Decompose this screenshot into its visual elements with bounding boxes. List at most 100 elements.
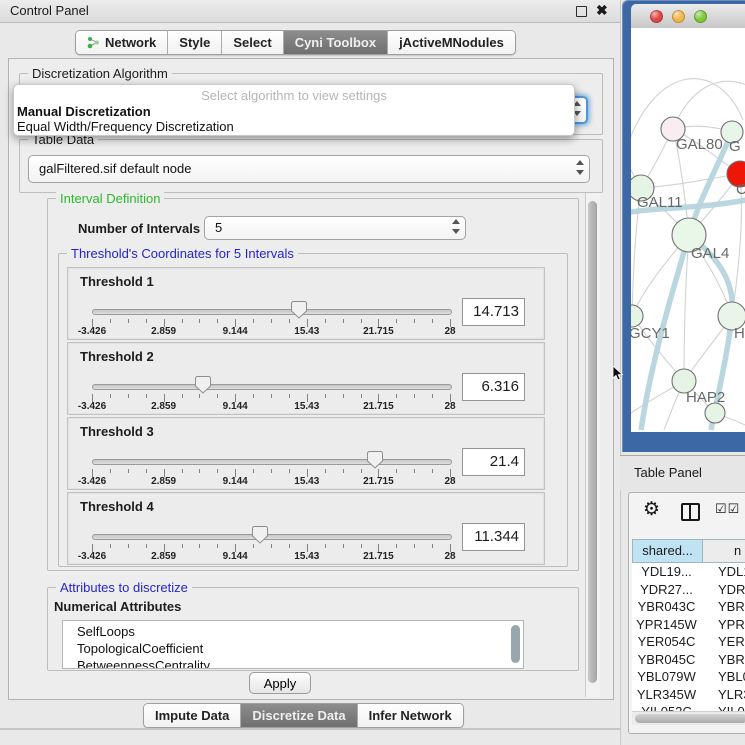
attributes-group: Attributes to discretize Numerical Attri…: [47, 587, 579, 671]
algorithm-placeholder: Select algorithm to view settings: [14, 88, 574, 103]
network-node-label: GAL11: [637, 194, 683, 211]
control-panel-window: Control Panel ✖ NetworkStyleSelectCyni T…: [0, 0, 621, 745]
tick-mark: [432, 469, 433, 473]
network-node-label: G: [729, 138, 741, 155]
settings-scrollbar-thumb[interactable]: [588, 201, 597, 683]
tab-impute-data[interactable]: Impute Data: [144, 704, 241, 727]
tick-mark: [432, 394, 433, 398]
network-node[interactable]: [631, 305, 643, 327]
tick-mark: [396, 469, 397, 473]
numerical-attributes-list[interactable]: SelfLoopsTopologicalCoefficientBetweenne…: [62, 620, 524, 669]
tab-cyni-toolbox[interactable]: Cyni Toolbox: [284, 31, 388, 54]
tick-mark: [432, 544, 433, 548]
list-scrollbar[interactable]: [511, 625, 520, 663]
attributes-group-label: Attributes to discretize: [56, 580, 192, 595]
table-row[interactable]: YBL079WYBL0: [632, 668, 745, 686]
attribute-item[interactable]: TopologicalCoefficient: [77, 640, 523, 657]
table-rows: YDL19...YDL1YDR27...YDR2YBR043CYBR0YPR14…: [632, 563, 745, 711]
network-node-label: GCY1: [631, 325, 670, 342]
table-row[interactable]: YDR27...YDR2: [632, 581, 745, 599]
threshold-slider-thumb[interactable]: [195, 376, 211, 397]
threshold-label: Threshold 1: [80, 274, 154, 289]
cell-shared-name: YER054C: [632, 633, 701, 651]
table-row[interactable]: YBR045CYBR0: [632, 651, 745, 669]
tick-mark: [414, 394, 415, 398]
tick-label: 21.715: [363, 551, 394, 562]
split-view-icon[interactable]: [681, 503, 700, 521]
cell-name: YLR3: [701, 686, 745, 704]
tick-label: 2.859: [151, 326, 176, 337]
tab-network[interactable]: Network: [76, 31, 168, 54]
column-header-name[interactable]: n: [703, 540, 745, 562]
close-traffic-light-icon[interactable]: [650, 10, 663, 23]
attribute-item[interactable]: SelfLoops: [77, 623, 523, 640]
gear-icon[interactable]: ⚙: [643, 498, 660, 521]
table-row[interactable]: YIL052CYIL0: [632, 703, 745, 711]
settings-scrollbar[interactable]: [585, 193, 600, 697]
table-row[interactable]: YBR043CYBR0: [632, 598, 745, 616]
tab-style[interactable]: Style: [168, 31, 222, 54]
float-window-icon[interactable]: [576, 6, 587, 17]
threshold-slider-thumb[interactable]: [252, 526, 268, 547]
interval-definition-label: Interval Definition: [56, 191, 164, 206]
threshold-value-field[interactable]: 11.344: [462, 523, 525, 551]
discretization-algorithm-label: Discretization Algorithm: [28, 66, 172, 81]
cell-shared-name: YPR145W: [632, 616, 701, 634]
table-row[interactable]: YLR345WYLR3: [632, 686, 745, 704]
table-data-value: galFiltered.sif default node: [39, 161, 191, 176]
tick-mark: [217, 319, 218, 323]
tab-label: Discretize Data: [252, 704, 345, 727]
tick-mark: [146, 544, 147, 548]
threshold-value-field[interactable]: 14.713: [462, 298, 525, 326]
table-panel-body: ⚙ ☑☑ shared... n YDL19...YDL1YDR27...YDR…: [628, 492, 745, 734]
threshold-slider-track[interactable]: [92, 534, 452, 540]
tick-mark: [271, 544, 272, 548]
tick-label: 21.715: [363, 326, 394, 337]
table-data-combobox[interactable]: galFiltered.sif default node: [28, 155, 590, 183]
number-of-intervals-combobox[interactable]: 5: [204, 216, 466, 240]
column-header-shared-name[interactable]: shared...: [633, 540, 703, 562]
threshold-value-field[interactable]: 21.4: [462, 448, 525, 476]
close-icon[interactable]: ✖: [596, 2, 608, 19]
threshold-label: Threshold 3: [80, 424, 154, 439]
apply-button[interactable]: Apply: [249, 672, 311, 694]
threshold-slider-track[interactable]: [92, 309, 452, 315]
tick-mark: [414, 544, 415, 548]
threshold-label: Threshold 2: [80, 349, 154, 364]
select-columns-icons[interactable]: ☑☑: [715, 501, 740, 517]
tab-discretize-data[interactable]: Discretize Data: [241, 704, 357, 727]
tick-mark: [199, 319, 200, 323]
table-row[interactable]: YPR145WYPR1: [632, 616, 745, 634]
algorithm-option[interactable]: Manual Discretization: [17, 104, 151, 119]
tick-mark: [414, 469, 415, 473]
tick-label: -3.426: [78, 551, 106, 562]
threshold-slider-thumb[interactable]: [291, 301, 307, 322]
threshold-slider-thumb[interactable]: [367, 451, 383, 472]
cell-name: YDR2: [701, 581, 745, 599]
table-hscrollbar[interactable]: [632, 711, 745, 725]
minimize-traffic-light-icon[interactable]: [672, 10, 685, 23]
threshold-value-field[interactable]: 6.316: [462, 373, 525, 401]
tab-select[interactable]: Select: [222, 31, 283, 54]
tick-mark: [146, 394, 147, 398]
tick-mark: [110, 544, 111, 548]
cell-shared-name: YDR27...: [632, 581, 701, 599]
network-node[interactable]: [705, 403, 725, 423]
network-canvas[interactable]: GAL80GCGAL11GAL4GCY1HHAP2: [631, 28, 745, 432]
threshold-slider-track[interactable]: [92, 459, 452, 465]
tick-mark: [361, 319, 362, 323]
tick-mark: [325, 319, 326, 323]
algorithm-dropdown-popup: Select algorithm to view settings Manual…: [13, 84, 575, 136]
table-row[interactable]: YER054CYER0: [632, 633, 745, 651]
tick-mark: [128, 469, 129, 473]
table-row[interactable]: YDL19...YDL1: [632, 563, 745, 581]
attribute-item[interactable]: BetweennessCentrality: [77, 657, 523, 669]
threshold-slider-track[interactable]: [92, 384, 452, 390]
tick-mark: [217, 469, 218, 473]
algorithm-option[interactable]: Equal Width/Frequency Discretization: [17, 119, 234, 134]
table-hscrollbar-thumb[interactable]: [635, 714, 745, 723]
tab-infer-network[interactable]: Infer Network: [358, 704, 463, 727]
zoom-traffic-light-icon[interactable]: [694, 10, 707, 23]
tab-jactivemnodules[interactable]: jActiveMNodules: [388, 31, 515, 54]
tick-mark: [396, 544, 397, 548]
